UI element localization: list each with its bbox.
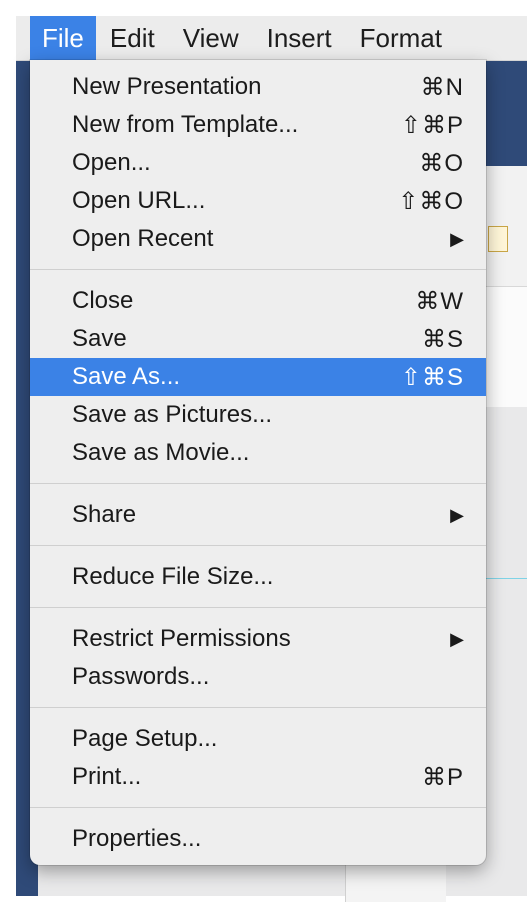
menu-item-passwords[interactable]: Passwords... <box>30 658 486 696</box>
menu-item-label: Page Setup... <box>72 725 218 752</box>
menu-separator <box>30 545 486 546</box>
menu-item-label: Save as Pictures... <box>72 401 273 428</box>
menu-item-shortcut: ⌘W <box>415 287 464 315</box>
menubar-insert[interactable]: Insert <box>253 16 346 60</box>
background-title-area <box>482 56 527 166</box>
menubar-format[interactable]: Format <box>346 16 456 60</box>
menu-item-label: Open... <box>72 149 151 176</box>
menu-item-save[interactable]: Save ⌘S <box>30 320 486 358</box>
background-guide-line <box>482 578 527 579</box>
menu-item-open-recent[interactable]: Open Recent ▶ <box>30 220 486 258</box>
menu-item-open-url[interactable]: Open URL... ⇧⌘O <box>30 182 486 220</box>
menu-item-shortcut: ⌘O <box>419 149 464 177</box>
menu-item-shortcut: ⇧⌘O <box>398 187 464 215</box>
menu-item-label: Save <box>72 325 127 352</box>
menubar-edit[interactable]: Edit <box>96 16 169 60</box>
menu-item-label: Save As... <box>72 363 181 390</box>
menu-item-label: Share <box>72 501 137 528</box>
submenu-arrow-icon: ▶ <box>450 504 464 525</box>
menu-item-label: New Presentation <box>72 73 262 100</box>
menu-separator <box>30 807 486 808</box>
menu-item-share[interactable]: Share ▶ <box>30 496 486 534</box>
menu-item-shortcut: ⌘P <box>421 763 464 791</box>
menu-bar: File Edit View Insert Format <box>16 16 527 61</box>
menu-item-reduce-file-size[interactable]: Reduce File Size... <box>30 558 486 596</box>
menu-item-page-setup[interactable]: Page Setup... <box>30 720 486 758</box>
menu-item-save-as-pictures[interactable]: Save as Pictures... <box>30 396 486 434</box>
menu-item-shortcut: ⇧⌘S <box>400 363 464 391</box>
menu-item-new-from-template[interactable]: New from Template... ⇧⌘P <box>30 106 486 144</box>
menu-separator <box>30 707 486 708</box>
menu-item-save-as-movie[interactable]: Save as Movie... <box>30 434 486 472</box>
submenu-arrow-icon: ▶ <box>450 628 464 649</box>
menu-separator <box>30 483 486 484</box>
menu-item-close[interactable]: Close ⌘W <box>30 282 486 320</box>
menu-item-label: Reduce File Size... <box>72 563 274 590</box>
menu-separator <box>30 269 486 270</box>
menubar-file[interactable]: File <box>30 16 96 60</box>
menu-item-label: Print... <box>72 763 142 790</box>
menu-item-label: Properties... <box>72 825 202 852</box>
menu-item-properties[interactable]: Properties... <box>30 820 486 858</box>
menu-item-shortcut: ⌘N <box>420 73 464 101</box>
submenu-arrow-icon: ▶ <box>450 228 464 249</box>
menu-item-label: Passwords... <box>72 663 210 690</box>
menu-item-print[interactable]: Print... ⌘P <box>30 758 486 796</box>
menu-item-shortcut: ⇧⌘P <box>400 111 464 139</box>
menu-item-label: New from Template... <box>72 111 299 138</box>
file-dropdown-menu: New Presentation ⌘N New from Template...… <box>30 60 486 865</box>
menu-item-open[interactable]: Open... ⌘O <box>30 144 486 182</box>
menu-item-save-as[interactable]: Save As... ⇧⌘S <box>30 358 486 396</box>
menubar-view[interactable]: View <box>169 16 253 60</box>
paste-icon <box>488 226 508 252</box>
background-scroll-area <box>345 864 446 902</box>
background-ruler <box>482 286 527 407</box>
menu-item-label: Close <box>72 287 134 314</box>
menu-item-label: Restrict Permissions <box>72 625 291 652</box>
menu-item-label: Open Recent <box>72 225 214 252</box>
menu-item-restrict-permissions[interactable]: Restrict Permissions ▶ <box>30 620 486 658</box>
menu-item-label: Save as Movie... <box>72 439 250 466</box>
menu-item-label: Open URL... <box>72 187 206 214</box>
menu-item-new-presentation[interactable]: New Presentation ⌘N <box>30 68 486 106</box>
menu-item-shortcut: ⌘S <box>421 325 464 353</box>
menu-separator <box>30 607 486 608</box>
